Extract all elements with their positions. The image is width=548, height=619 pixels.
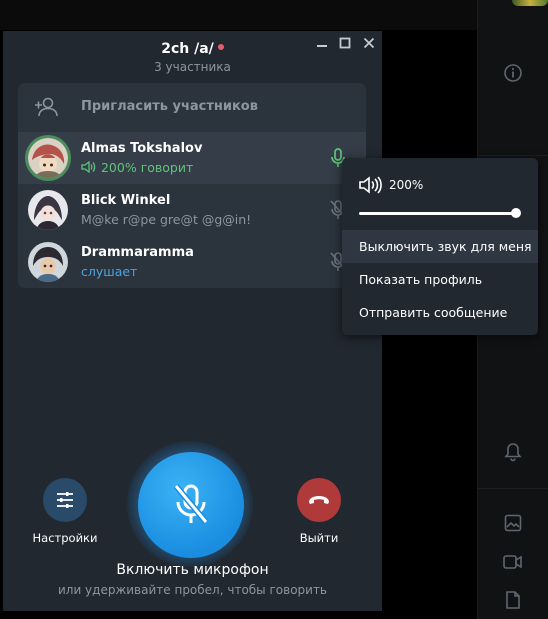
mic-hint: или удерживайте пробел, чтобы говорить [57, 583, 328, 597]
participant-name: Almas Tokshalov [81, 141, 203, 156]
participant-count: 3 участника [154, 60, 231, 74]
info-icon[interactable] [502, 62, 524, 84]
volume-icon [359, 176, 382, 194]
maximize-button[interactable] [337, 35, 353, 51]
leave-label: Выйти [299, 531, 339, 545]
volume-slider-handle[interactable] [511, 208, 521, 218]
window-title-text: 2ch /a/ [161, 41, 214, 57]
leave-button[interactable] [297, 478, 341, 522]
corner-image [512, 0, 548, 6]
volume-slider-track[interactable] [359, 212, 517, 215]
recording-dot-icon [217, 44, 224, 50]
participant-status: M@ke r@pe gre@t @g@in! [81, 212, 252, 227]
bell-icon[interactable] [502, 441, 524, 463]
show-profile-item[interactable]: Показать профиль [342, 263, 538, 296]
settings-button[interactable] [43, 478, 87, 522]
participant-status: 200% говорит [81, 160, 193, 175]
avatar [28, 190, 68, 230]
participant-context-menu: 200% Выключить звук для меня Показать пр… [342, 158, 538, 335]
unmute-mic-button[interactable] [138, 452, 244, 558]
add-user-icon [34, 96, 58, 118]
invite-participants-button[interactable]: Пригласить участников [18, 83, 366, 131]
image-icon[interactable] [502, 512, 524, 534]
participant-status: слушает [81, 264, 138, 279]
video-icon[interactable] [502, 551, 524, 573]
participant-name: Drammaramma [81, 245, 194, 260]
participant-row[interactable]: Almas Tokshalov 200% говорит [18, 132, 366, 184]
participant-name: Blick Winkel [81, 193, 171, 208]
background-area [0, 0, 548, 30]
volume-value: 200% [389, 178, 424, 192]
participant-row[interactable]: Blick Winkel M@ke r@pe gre@t @g@in! [18, 184, 366, 236]
speaker-icon [81, 160, 96, 174]
participant-status-text: 200% говорит [100, 160, 194, 175]
settings-label: Настройки [32, 531, 98, 545]
file-icon[interactable] [502, 589, 524, 611]
close-button[interactable] [361, 35, 377, 51]
voice-chat-window: 2ch /a/ 3 участника Пригласить участнико… [3, 31, 382, 611]
hangup-icon [309, 496, 329, 504]
mute-for-me-item[interactable]: Выключить звук для меня [342, 230, 538, 263]
volume-row: 200% [359, 176, 423, 194]
participant-row[interactable]: Drammaramma слушает [18, 236, 366, 288]
invite-label: Пригласить участников [81, 99, 258, 114]
side-divider [477, 488, 548, 489]
side-divider [477, 155, 548, 156]
sliders-icon [57, 492, 73, 508]
avatar [28, 242, 68, 282]
minimize-button[interactable] [314, 35, 330, 51]
mic-title: Включить микрофон [116, 562, 269, 578]
avatar [28, 138, 68, 178]
mic-off-icon [173, 484, 209, 524]
participants-list: Пригласить участников Almas Tokshalov 20… [18, 83, 366, 288]
send-message-item[interactable]: Отправить сообщение [342, 296, 538, 329]
